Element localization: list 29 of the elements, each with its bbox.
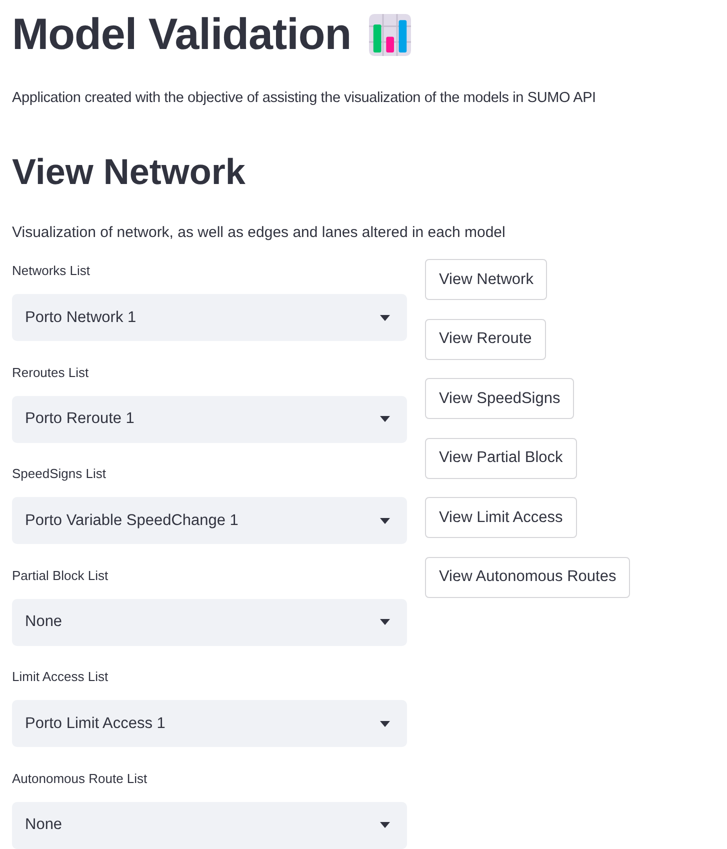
caret-icon	[380, 314, 390, 320]
app-description: Application created with the objective of assisting the visualization of the models in SUMO API	[12, 90, 597, 106]
dropdown-select[interactable]: Porto Network 1	[12, 294, 407, 341]
select-label: Reroutes List	[12, 364, 90, 380]
caret-icon	[380, 822, 390, 828]
view-button[interactable]: View SpeedSigns	[425, 378, 574, 419]
view-button[interactable]: View Reroute	[425, 318, 546, 360]
select-label: Autonomous Route List	[12, 770, 148, 786]
dropdown-select[interactable]: None	[12, 802, 407, 848]
page-title: Model Validation	[12, 9, 352, 61]
dropdown-select[interactable]: Porto Limit Access 1	[12, 700, 407, 747]
view-button[interactable]: View Network	[425, 259, 548, 300]
dropdown-select[interactable]: Porto Reroute 1	[12, 396, 407, 442]
select-label: Partial Block List	[12, 568, 110, 584]
view-button[interactable]: View Limit Access	[425, 497, 577, 538]
view-button[interactable]: View Autonomous Routes	[425, 556, 630, 598]
section-description: Visualization of network, as well as edges and lanes altered in each model	[12, 224, 506, 241]
view-button[interactable]: View Partial Block	[425, 438, 577, 478]
section-heading: View Network	[12, 150, 246, 194]
caret-icon	[380, 518, 390, 524]
caret-icon	[380, 720, 390, 726]
select-label: Networks List	[12, 263, 92, 279]
caret-icon	[380, 619, 390, 625]
select-label: SpeedSigns List	[12, 466, 107, 482]
caret-icon	[380, 416, 390, 422]
select-label: Limit Access List	[12, 669, 110, 685]
dropdown-select[interactable]: None	[12, 598, 407, 646]
dropdown-select[interactable]: Porto Variable SpeedChange 1	[12, 497, 407, 544]
bar-chart-icon	[369, 14, 412, 56]
